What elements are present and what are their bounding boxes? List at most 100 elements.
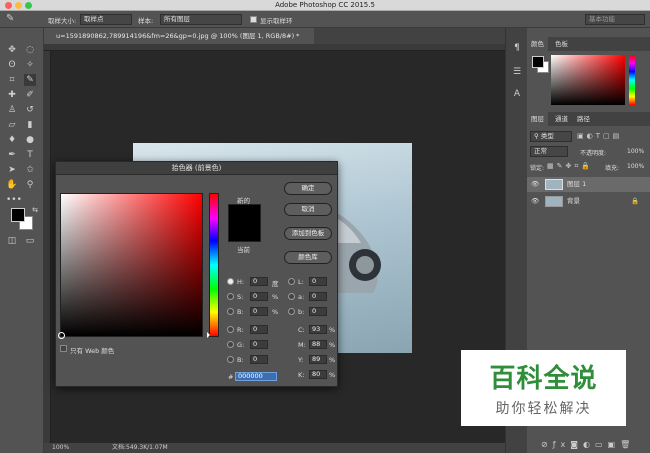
blue-label: B: [237,356,244,364]
yellow-field[interactable]: 89 [309,355,327,364]
saturation-field[interactable]: 0 [250,292,268,301]
lasso-tool-icon[interactable]: ʘ [6,59,18,71]
hue-slider[interactable] [207,193,219,338]
clone-stamp-icon[interactable]: ♙ [6,104,18,116]
paragraph-panel-icon[interactable]: ¶ [511,42,523,54]
screen-mode-icon[interactable]: ▭ [24,235,36,247]
color-panel-field[interactable] [551,55,625,105]
path-select-icon[interactable]: ➤ [6,164,18,176]
hand-tool-icon[interactable]: ✋ [6,179,18,191]
a-field[interactable]: 0 [309,292,327,301]
layers-panel-tabs: 图层 通道 路径 [527,112,650,126]
hue-field[interactable]: 0 [250,277,268,286]
lightness-field[interactable]: 0 [309,277,327,286]
tab-channels[interactable]: 通道 [551,112,572,126]
green-field[interactable]: 0 [250,340,268,349]
eye-icon[interactable]: 👁 [531,177,539,192]
blur-tool-icon[interactable]: ♦ [6,134,18,146]
quick-mask-icon[interactable]: ◫ [6,235,18,247]
blue-radio[interactable] [227,356,234,363]
eraser-tool-icon[interactable]: ▱ [6,119,18,131]
sample-select[interactable]: 所有图层 [160,14,242,25]
lightness-radio[interactable] [288,278,295,285]
brush-tool-icon[interactable]: ✐ [24,89,36,101]
workspace-select[interactable]: 基本功能 [585,14,645,25]
web-only-checkbox[interactable] [60,345,67,352]
red-field[interactable]: 0 [250,325,268,334]
vertical-ruler [44,51,51,443]
watermark: 百科全说 助你轻松解决 [461,350,626,426]
swap-colors-icon[interactable]: ⇆ [29,204,41,216]
brightness-radio[interactable] [227,308,234,315]
saturation-unit: % [272,293,279,301]
fill-value[interactable]: 100% [627,163,644,170]
gradient-tool-icon[interactable]: ▮ [24,119,36,131]
add-to-swatches-button[interactable]: 添加到色板 [284,227,332,240]
layers-footer-icons[interactable]: ⊘ƒx◙◐▭▣🗑 [541,440,635,449]
black-unit: % [329,371,336,379]
character-panel-icon[interactable]: A [511,88,523,100]
color-field[interactable] [58,193,203,339]
cyan-field[interactable]: 93 [309,325,327,334]
history-brush-icon[interactable]: ↺ [24,104,36,116]
layer-name[interactable]: 背景 [567,194,580,209]
history-panel-icon[interactable]: ☰ [511,66,523,78]
move-tool-icon[interactable]: ✥ [6,44,18,56]
b-lab-field[interactable]: 0 [309,307,327,316]
current-color-label: 当前 [237,246,250,254]
layer-thumbnail [545,179,563,190]
red-radio[interactable] [227,326,234,333]
eye-icon[interactable]: 👁 [531,194,539,209]
hex-field[interactable]: 000000 [235,372,277,381]
sample-size-select[interactable]: 取样点 [80,14,132,25]
blue-field[interactable]: 0 [250,355,268,364]
pen-tool-icon[interactable]: ✒ [6,149,18,161]
tab-color[interactable]: 颜色 [527,37,548,51]
tab-swatches[interactable]: 色板 [551,37,572,51]
marquee-tool-icon[interactable]: ◌ [24,44,36,56]
doc-info[interactable]: 文档:549.3K/1.07M [112,443,168,453]
layer-filter-icons[interactable]: ▣◐T▢▤ [577,132,622,140]
cancel-button[interactable]: 取消 [284,203,332,216]
blend-mode-select[interactable]: 正常 [530,146,568,157]
color-panel-foreground[interactable] [532,56,544,68]
show-ring-checkbox[interactable] [250,16,257,23]
layer-filter-select[interactable]: ⚲ 类型 [530,131,572,142]
hue-radio[interactable] [227,278,234,285]
foreground-color-swatch[interactable] [11,208,25,222]
color-panel-hue[interactable] [629,55,635,105]
black-field[interactable]: 80 [309,370,327,379]
shape-tool-icon[interactable]: ✩ [24,164,36,176]
magenta-field[interactable]: 88 [309,340,327,349]
layer-row[interactable]: 👁 背景 🔒 [527,194,650,209]
magic-wand-icon[interactable]: ✧ [24,59,36,71]
more-tools-icon[interactable]: ••• [6,194,22,206]
document-tab[interactable]: u=1591890862,789914196&fm=26&gp=0.jpg @ … [44,28,314,44]
lock-icons[interactable]: ▦✎✥⌗🔒 [547,162,593,171]
green-radio[interactable] [227,341,234,348]
show-ring-label: 显示取样环 [260,17,293,25]
tab-paths[interactable]: 路径 [573,112,594,126]
type-tool-icon[interactable]: T [24,149,36,161]
crop-tool-icon[interactable]: ⌗ [6,74,18,86]
document-tab-bar: u=1591890862,789914196&fm=26&gp=0.jpg @ … [44,28,505,44]
a-radio[interactable] [288,293,295,300]
color-field-cursor[interactable] [58,332,65,339]
dialog-title: 拾色器 (前景色) [56,162,337,175]
layer-row[interactable]: 👁 图层 1 [527,177,650,192]
b-lab-radio[interactable] [288,308,295,315]
dodge-tool-icon[interactable]: ● [24,134,36,146]
ok-button[interactable]: 确定 [284,182,332,195]
brightness-field[interactable]: 0 [250,307,268,316]
healing-brush-icon[interactable]: ✚ [6,89,18,101]
eyedropper-tool-icon[interactable]: ✎ [24,74,36,86]
layer-name[interactable]: 图层 1 [567,177,586,192]
color-libraries-button[interactable]: 颜色库 [284,251,332,264]
tab-layers[interactable]: 图层 [527,112,548,126]
opacity-value[interactable]: 100% [627,148,644,155]
saturation-radio[interactable] [227,293,234,300]
hue-slider-handle[interactable] [207,332,210,338]
eyedropper-icon[interactable]: ✎ [6,13,14,24]
zoom-level[interactable]: 100% [52,443,69,453]
zoom-tool-icon[interactable]: ⚲ [24,179,36,191]
